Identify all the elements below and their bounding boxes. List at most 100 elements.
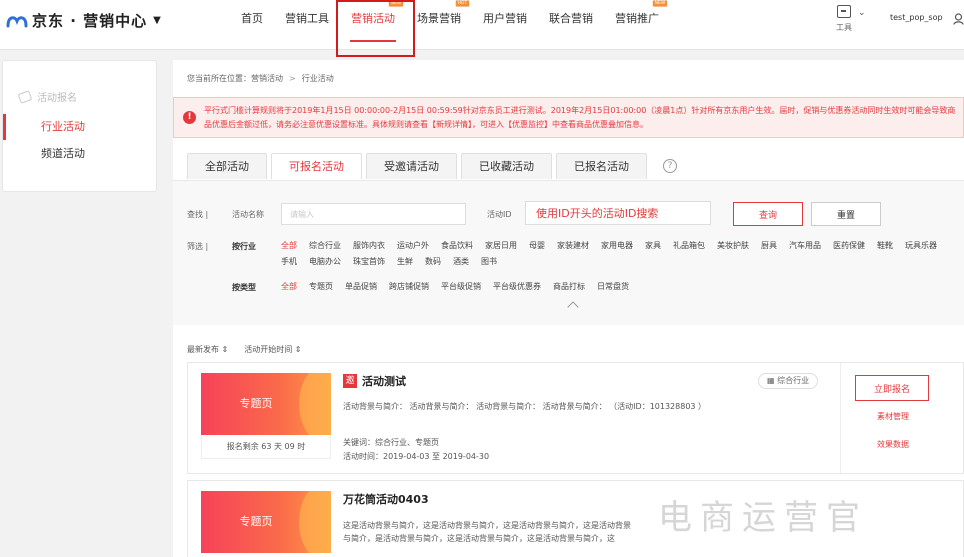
- activity-id-input[interactable]: [525, 201, 711, 225]
- industry-option[interactable]: 美妆护肤: [717, 238, 749, 254]
- activity-name-label: 活动名称: [232, 210, 264, 219]
- industry-option[interactable]: 玩具乐器: [905, 238, 937, 254]
- industry-option[interactable]: 家装建材: [557, 238, 589, 254]
- nav-label: 首页: [241, 12, 263, 25]
- tab-all[interactable]: 全部活动: [187, 153, 267, 179]
- industry-option[interactable]: 家居日用: [485, 238, 517, 254]
- filter-panel: 查找 | 活动名称 活动ID 查询 重置 筛选 | 按行业 全部综合行业服饰内衣…: [173, 180, 964, 325]
- nav-label: 联合营销: [549, 12, 593, 25]
- industry-option[interactable]: 服饰内衣: [353, 238, 385, 254]
- banner-label: 专题页: [239, 397, 273, 410]
- chevron-down-icon: ⌄: [858, 8, 866, 18]
- breadcrumb: 您当前所在位置：营销活动 > 行业活动: [187, 73, 334, 84]
- industry-option[interactable]: 汽车用品: [789, 238, 821, 254]
- brand-caret-icon[interactable]: ▼: [153, 15, 161, 26]
- top-bar: 京东 · 营销中心 ▼ 首页 营销工具 NEW 营销活动 HOT 场景营销 用户…: [0, 0, 964, 57]
- industry-option[interactable]: 珠宝首饰: [353, 254, 385, 270]
- find-label: 查找 |: [187, 210, 209, 219]
- industry-option[interactable]: 酒类: [453, 254, 469, 270]
- activity-time: 活动时间：2019-04-03 至 2019-04-30: [343, 452, 490, 461]
- sort-latest[interactable]: 最新发布 ⇕: [187, 344, 228, 355]
- username[interactable]: test_pop_sop: [890, 13, 943, 22]
- register-now-button[interactable]: 立即报名: [855, 375, 929, 401]
- activity-title[interactable]: 万花筒活动0403: [343, 491, 429, 507]
- tools-label: 工具: [836, 23, 852, 32]
- notice-text: 平行式门槛计算规则将于2019年1月15日 00:00:00-2月15日 00:…: [204, 106, 956, 129]
- industry-option[interactable]: 手机: [281, 254, 297, 270]
- nav-item-home[interactable]: 首页: [230, 0, 274, 50]
- query-button[interactable]: 查询: [733, 202, 803, 226]
- sidebar-heading-label: 活动报名: [37, 93, 77, 104]
- banner-label: 专题页: [239, 515, 273, 528]
- activity-id-label: 活动ID: [487, 210, 512, 219]
- breadcrumb-current: 行业活动: [301, 74, 334, 83]
- tools-menu[interactable]: ⌄ 工具: [836, 5, 866, 33]
- material-management-link[interactable]: 素材管理: [841, 411, 945, 422]
- activity-title-row: 邀 活动测试: [343, 373, 406, 389]
- type-filter-title: 按类型: [232, 283, 256, 292]
- industry-option[interactable]: 数码: [425, 254, 441, 270]
- collapse-icon[interactable]: [567, 301, 579, 313]
- industry-option[interactable]: 电脑办公: [309, 254, 341, 270]
- sidebar-item-industry[interactable]: 行业活动: [3, 114, 156, 140]
- effect-data-link[interactable]: 效果数据: [841, 439, 945, 450]
- nav-item-marketing-promotion[interactable]: NEW 营销推广: [604, 0, 670, 50]
- industry-option[interactable]: 家具: [645, 238, 661, 254]
- industry-option[interactable]: 食品饮料: [441, 238, 473, 254]
- nav-item-joint-marketing[interactable]: 联合营销: [538, 0, 604, 50]
- nav-item-scene-marketing[interactable]: HOT 场景营销: [406, 0, 472, 50]
- filter-label: 筛选 |: [187, 242, 209, 251]
- type-option[interactable]: 商品打标: [553, 279, 585, 295]
- industry-option[interactable]: 礼品箱包: [673, 238, 705, 254]
- help-icon[interactable]: ?: [663, 159, 677, 173]
- user-icon[interactable]: [953, 13, 964, 25]
- brand-logo[interactable]: 京东 · 营销中心 ▼: [6, 10, 161, 31]
- industry-option[interactable]: 鞋靴: [877, 238, 893, 254]
- industry-filter-title: 按行业: [232, 242, 256, 251]
- type-option[interactable]: 平台级优惠券: [493, 279, 541, 295]
- main-content: 您当前所在位置：营销活动 > 行业活动 ! 平行式门槛计算规则将于2019年1月15…: [173, 60, 964, 557]
- nav-item-user-marketing[interactable]: 用户营销: [472, 0, 538, 50]
- industry-option[interactable]: 运动户外: [397, 238, 429, 254]
- industry-option[interactable]: 母婴: [529, 238, 545, 254]
- activity-name-input[interactable]: [281, 203, 466, 225]
- activity-banner[interactable]: 专题页: [201, 491, 331, 553]
- nav-label: 营销工具: [285, 12, 329, 25]
- sidebar-heading: 活动报名: [17, 89, 77, 104]
- industry-option[interactable]: 厨具: [761, 238, 777, 254]
- type-option[interactable]: 跨店铺促销: [389, 279, 429, 295]
- activity-banner[interactable]: 专题页: [201, 373, 331, 435]
- sidebar-item-channel[interactable]: 频道活动: [3, 141, 156, 167]
- nav-item-marketing-activities[interactable]: NEW 营销活动: [340, 0, 406, 50]
- tab-favorited[interactable]: 已收藏活动: [461, 153, 552, 179]
- industry-option[interactable]: 综合行业: [309, 238, 341, 254]
- industry-option[interactable]: 医药保健: [833, 238, 865, 254]
- activity-description: 活动背景与简介： 活动背景与简介： 活动背景与简介： 活动背景与简介： （活动I…: [343, 402, 707, 411]
- industry-option[interactable]: 图书: [481, 254, 497, 270]
- activity-title-row: 万花筒活动0403: [343, 491, 429, 507]
- warning-icon: !: [183, 111, 196, 124]
- tab-registered[interactable]: 已报名活动: [556, 153, 647, 179]
- type-option[interactable]: 平台级促销: [441, 279, 481, 295]
- tab-available[interactable]: 可报名活动: [271, 153, 362, 179]
- brand-name: 京东 · 营销中心: [32, 12, 148, 30]
- nav-item-marketing-tools[interactable]: 营销工具: [274, 0, 340, 50]
- active-underline: [350, 40, 396, 42]
- industry-tag: ▦ 综合行业: [758, 373, 819, 389]
- reset-button[interactable]: 重置: [811, 202, 881, 226]
- industry-option[interactable]: 家用电器: [601, 238, 633, 254]
- jd-logo-icon: [6, 15, 28, 27]
- type-option[interactable]: 单品促销: [345, 279, 377, 295]
- type-option[interactable]: 专题页: [309, 279, 333, 295]
- activity-title[interactable]: 活动测试: [362, 373, 406, 389]
- sidebar-item-label: 行业活动: [41, 120, 85, 133]
- new-badge: NEW: [388, 0, 404, 7]
- sort-bar: 最新发布 ⇕ 活动开始时间 ⇕: [187, 344, 302, 355]
- type-option[interactable]: 日常盘货: [597, 279, 629, 295]
- industry-option[interactable]: 生鲜: [397, 254, 413, 270]
- sort-start-time[interactable]: 活动开始时间 ⇕: [244, 344, 301, 355]
- breadcrumb-prefix[interactable]: 您当前所在位置：营销活动: [187, 74, 283, 83]
- industry-option[interactable]: 全部: [281, 238, 297, 254]
- tab-invited[interactable]: 受邀请活动: [366, 153, 457, 179]
- type-option[interactable]: 全部: [281, 279, 297, 295]
